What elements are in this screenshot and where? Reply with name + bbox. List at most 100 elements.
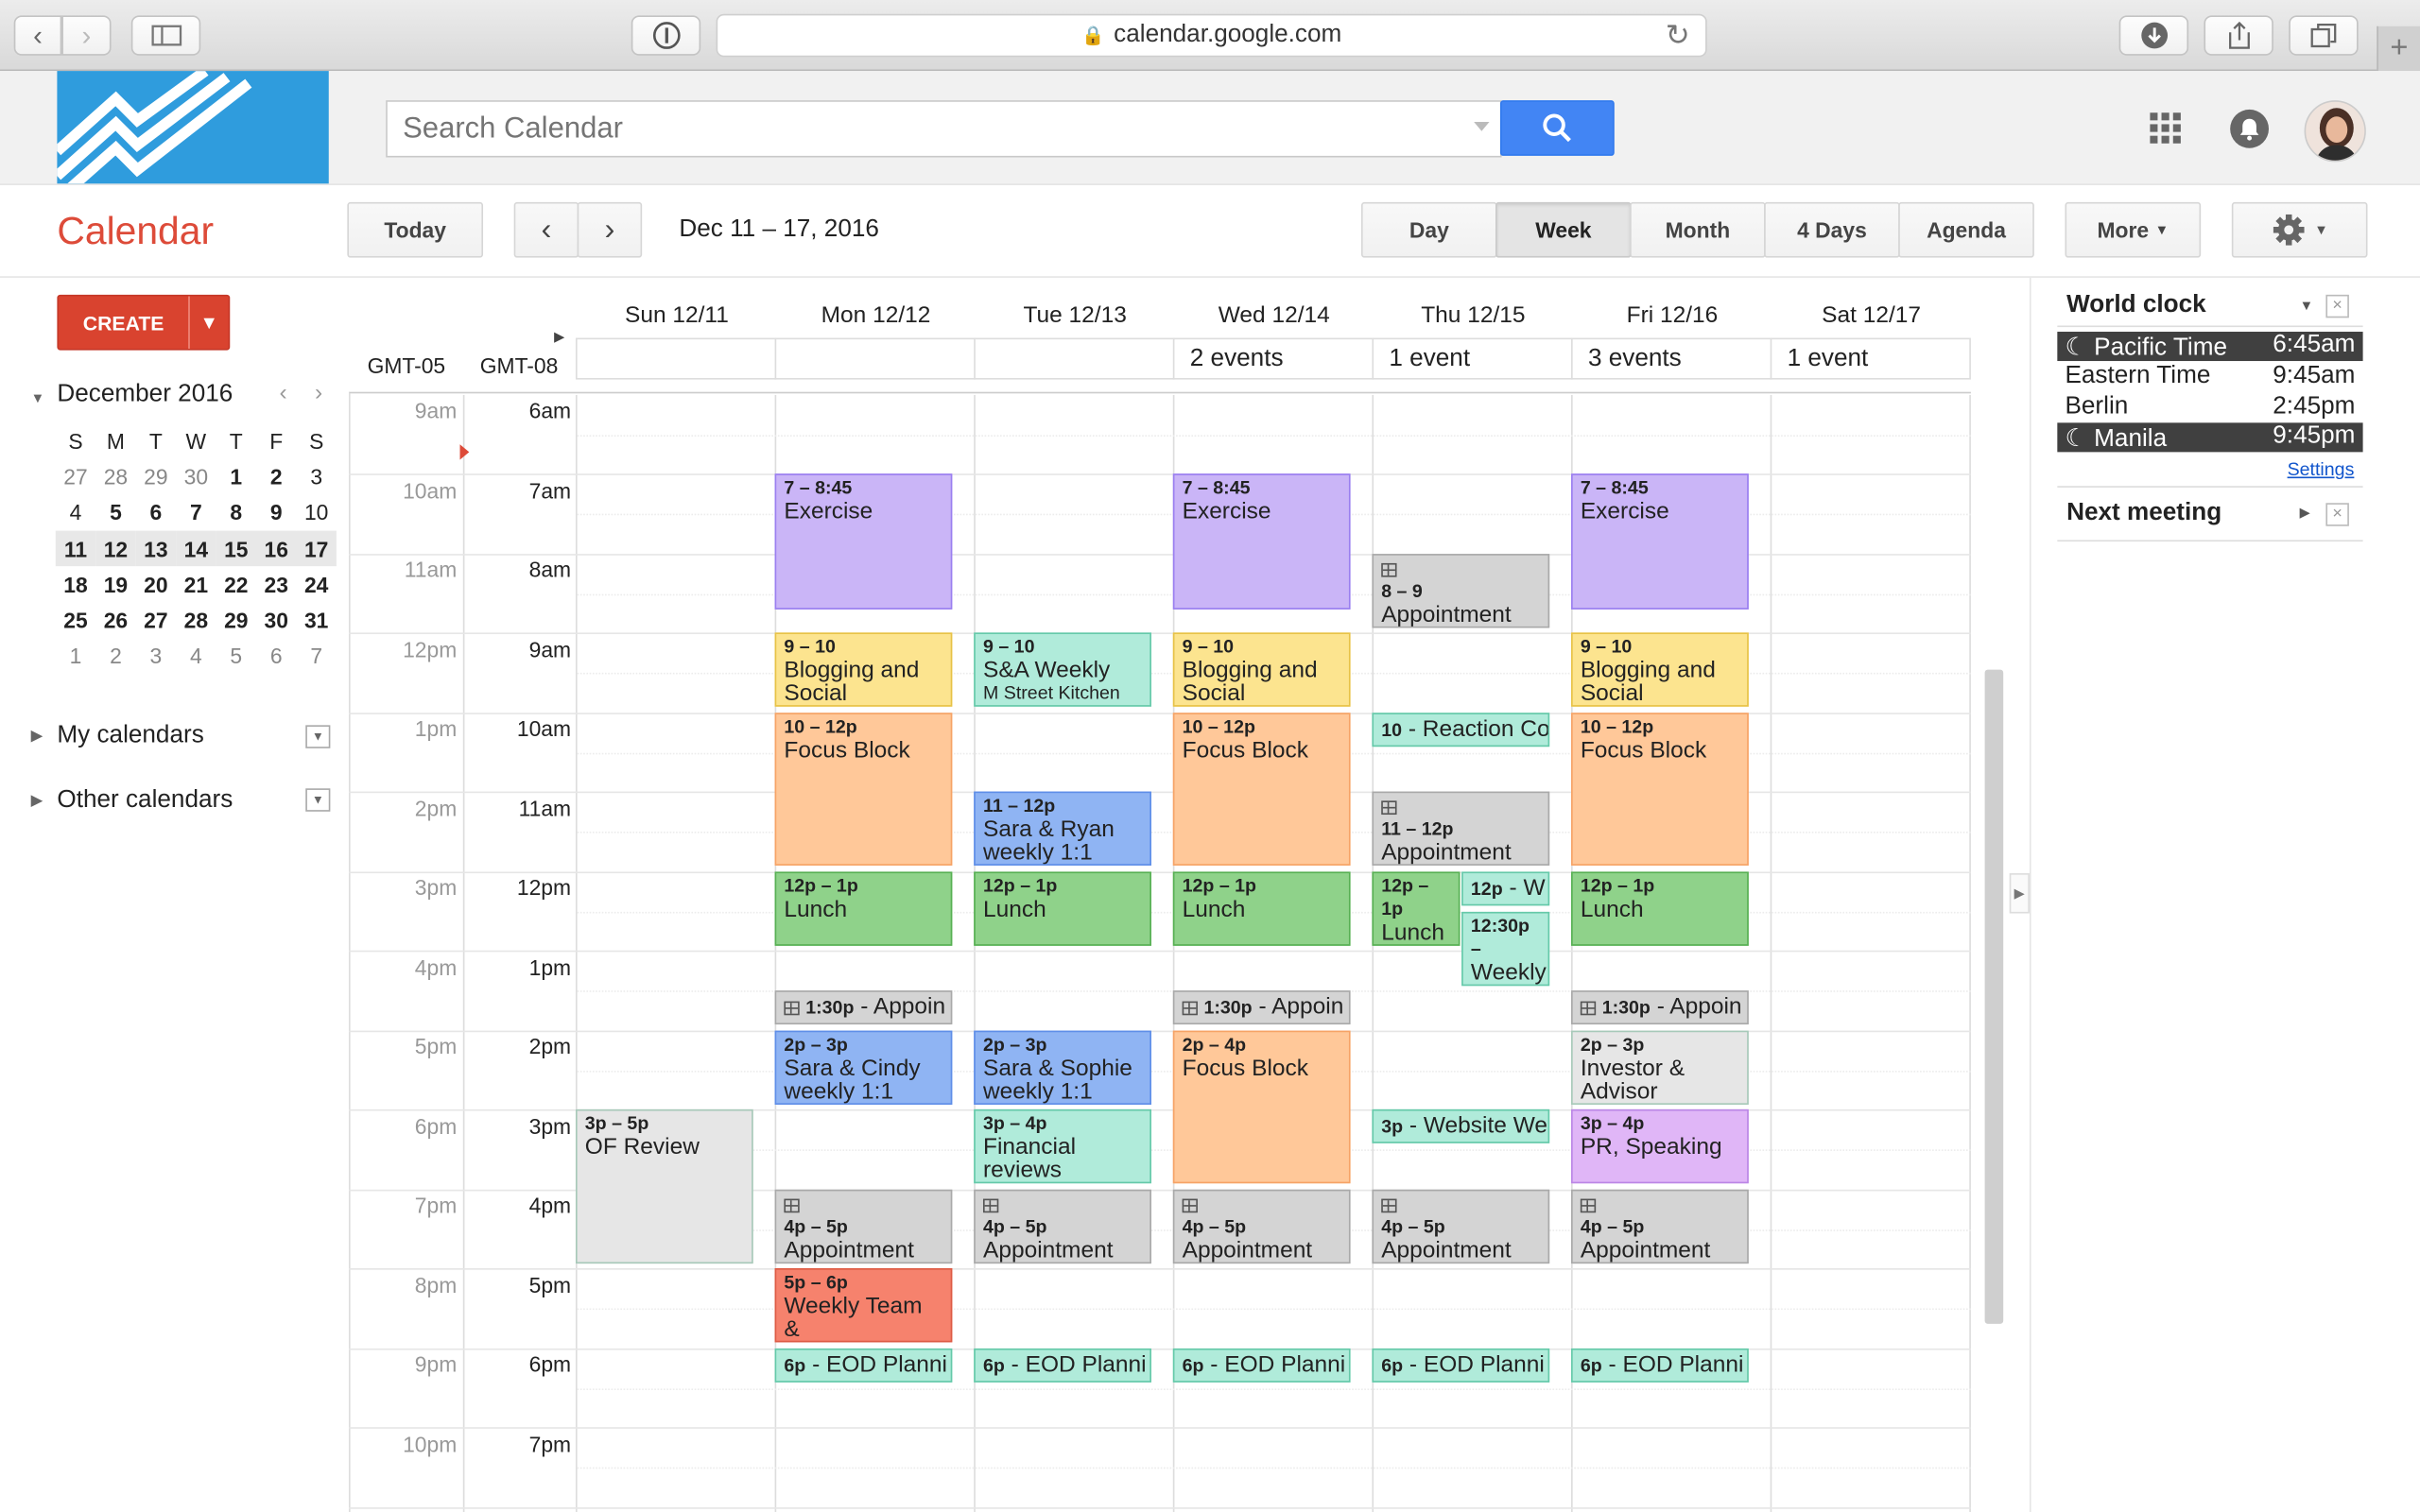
mini-cal-day[interactable]: 6 [136, 494, 176, 530]
calendar-event[interactable]: 3p – 5p OF Review [575, 1108, 753, 1264]
download-icon[interactable] [2118, 15, 2189, 56]
calendar-event[interactable]: 9 – 10 S&A Weekly M Street Kitchen [974, 632, 1151, 707]
day-header[interactable]: Wed 12/14 [1174, 302, 1374, 329]
mini-cal-day[interactable]: 20 [136, 566, 176, 602]
view-month-button[interactable]: Month [1630, 201, 1766, 258]
mini-cal-day[interactable]: 11 [56, 530, 95, 566]
view-day-button[interactable]: Day [1360, 201, 1497, 258]
calendar-event[interactable]: 10 - Reaction Co [1372, 713, 1550, 747]
calendar-event[interactable]: 2p – 4p Focus Block [1172, 1030, 1351, 1184]
calendar-event[interactable]: 1:30p - Appoin [1571, 990, 1749, 1025]
calendar-event[interactable]: 5p – 6pWeekly Team &Google Hangout - [774, 1268, 953, 1343]
calendar-event[interactable]: 4p – 5pAppointment with Sara Hicks [1571, 1189, 1749, 1264]
calendar-event[interactable]: 9 – 10 Blogging and Social [774, 632, 953, 707]
mini-cal-day[interactable]: 1 [216, 458, 256, 494]
other-calendars[interactable]: Other calendars [57, 787, 233, 815]
search-input[interactable] [386, 100, 1502, 158]
mini-cal-day[interactable]: 29 [136, 458, 176, 494]
mini-cal-day[interactable]: 22 [216, 566, 256, 602]
calendar-event[interactable]: 1:30p - Appoin [1172, 990, 1351, 1025]
mini-cal-day[interactable]: 2 [95, 639, 135, 675]
calendar-event[interactable]: 4p – 5pAppointment with Sara Hicks [774, 1189, 953, 1264]
mini-cal-day[interactable]: 14 [176, 530, 216, 566]
calendar-event[interactable]: 9 – 10 Blogging and Social [1172, 632, 1351, 707]
url-bar[interactable]: 🔒 calendar.google.com ↻ [716, 13, 1707, 58]
search-button[interactable] [1499, 100, 1615, 156]
mini-cal-day[interactable]: 18 [56, 566, 95, 602]
day-column[interactable] [974, 394, 976, 1512]
mini-cal-day[interactable]: 15 [216, 530, 256, 566]
day-header[interactable]: Mon 12/12 [776, 302, 976, 329]
calendar-event[interactable]: 10 – 12p Focus Block [774, 713, 953, 866]
collapse-right-panel-icon[interactable]: ▶ [2009, 873, 2030, 914]
my-calendars-menu-icon[interactable]: ▼ [305, 725, 331, 748]
day-column[interactable] [575, 394, 578, 1512]
allday-count[interactable]: 1 event [1788, 346, 1869, 373]
view-week-button[interactable]: Week [1495, 201, 1632, 258]
next-week-button[interactable]: › [577, 201, 643, 258]
calendar-event[interactable]: 12p – 1p Lunch [974, 871, 1151, 946]
calendar-event[interactable]: 4p – 5pAppointment with Sara Hicks [1172, 1189, 1351, 1264]
calendar-event[interactable]: 12p – 1p Lunch [774, 871, 953, 946]
search-options-icon[interactable] [1474, 121, 1490, 131]
calendar-event[interactable]: 6p - EOD Planni [774, 1348, 953, 1383]
mini-cal-day[interactable]: 13 [136, 530, 176, 566]
mini-cal-day[interactable]: 23 [256, 566, 296, 602]
expand-my-calendars-icon[interactable]: ▶ [31, 729, 43, 746]
my-calendars[interactable]: My calendars [57, 722, 203, 749]
day-header[interactable]: Fri 12/16 [1573, 302, 1772, 329]
more-button[interactable]: More ▼ [2065, 201, 2202, 258]
calendar-event[interactable]: 11 – 12pAppointment with Sara Hicks [1372, 791, 1550, 866]
calendar-event[interactable]: 12:30p –WeeklyReactio [1461, 911, 1550, 987]
next-meeting-expand-icon[interactable]: ▶ [2300, 505, 2310, 522]
mini-cal-day[interactable]: 3 [136, 639, 176, 675]
mini-cal-day[interactable]: 25 [56, 603, 95, 639]
calendar-event[interactable]: 1:30p - Appoin [774, 990, 953, 1025]
notifications-bell-icon[interactable] [2230, 109, 2269, 148]
calendar-event[interactable]: 3p - Website We [1372, 1108, 1550, 1143]
calendar-event[interactable]: 3p – 4p PR, Speaking [1571, 1108, 1749, 1184]
close-icon[interactable]: × [2325, 294, 2349, 318]
mini-cal-day[interactable]: 19 [95, 566, 135, 602]
settings-button[interactable]: ▼ [2231, 201, 2368, 258]
collapse-month-icon[interactable]: ▼ [31, 390, 45, 405]
mini-cal-day[interactable]: 26 [95, 603, 135, 639]
calendar-event[interactable]: 10 – 12p Focus Block [1571, 713, 1749, 866]
expand-other-calendars-icon[interactable]: ▶ [31, 793, 43, 810]
mini-cal-day[interactable]: 1 [56, 639, 95, 675]
share-icon[interactable] [2204, 15, 2273, 56]
world-clock-settings-link[interactable]: Settings [2288, 458, 2355, 480]
apps-grid-icon[interactable] [2150, 112, 2181, 151]
mini-cal-day[interactable]: 6 [256, 639, 296, 675]
mini-cal-day[interactable]: 16 [256, 530, 296, 566]
create-dropdown-icon[interactable]: ▼ [188, 296, 228, 349]
mini-cal-day[interactable]: 30 [256, 603, 296, 639]
mini-cal-day[interactable]: 4 [56, 494, 95, 530]
tz-toggle-icon[interactable]: ▶ [554, 329, 564, 346]
mini-cal-day[interactable]: 27 [136, 603, 176, 639]
mini-cal-day[interactable]: 30 [176, 458, 216, 494]
calendar-event[interactable]: 12p – 1p Lunch [1372, 871, 1461, 946]
avatar[interactable] [2304, 100, 2366, 163]
mini-cal-day[interactable]: 31 [296, 603, 336, 639]
allday-count[interactable]: 1 event [1389, 346, 1470, 373]
mini-cal-day[interactable]: 10 [296, 494, 336, 530]
mini-cal-day[interactable]: 12 [95, 530, 135, 566]
new-tab-icon[interactable]: + [2377, 26, 2420, 72]
create-button[interactable]: CREATE ▼ [57, 294, 231, 351]
calendar-event[interactable]: 4p – 5pAppointment with Sara Hicks [974, 1189, 1151, 1264]
mini-cal-day[interactable]: 24 [296, 566, 336, 602]
day-header[interactable]: Sun 12/11 [578, 302, 777, 329]
mini-cal-day[interactable]: 21 [176, 566, 216, 602]
calendar-event[interactable]: 12p - W [1461, 871, 1550, 906]
mini-cal-day[interactable]: 28 [176, 603, 216, 639]
mini-cal-day[interactable]: 5 [95, 494, 135, 530]
mini-cal-day[interactable]: 28 [95, 458, 135, 494]
mini-cal-day[interactable]: 27 [56, 458, 95, 494]
calendar-event[interactable]: 12p – 1p Lunch [1571, 871, 1749, 946]
mini-cal-day[interactable]: 7 [176, 494, 216, 530]
close-icon[interactable]: × [2325, 503, 2349, 526]
world-clock-menu-icon[interactable]: ▼ [2300, 298, 2314, 313]
calendar-event[interactable]: 7 – 8:45 Exercise [1571, 473, 1749, 610]
mini-cal-day[interactable]: 3 [296, 458, 336, 494]
